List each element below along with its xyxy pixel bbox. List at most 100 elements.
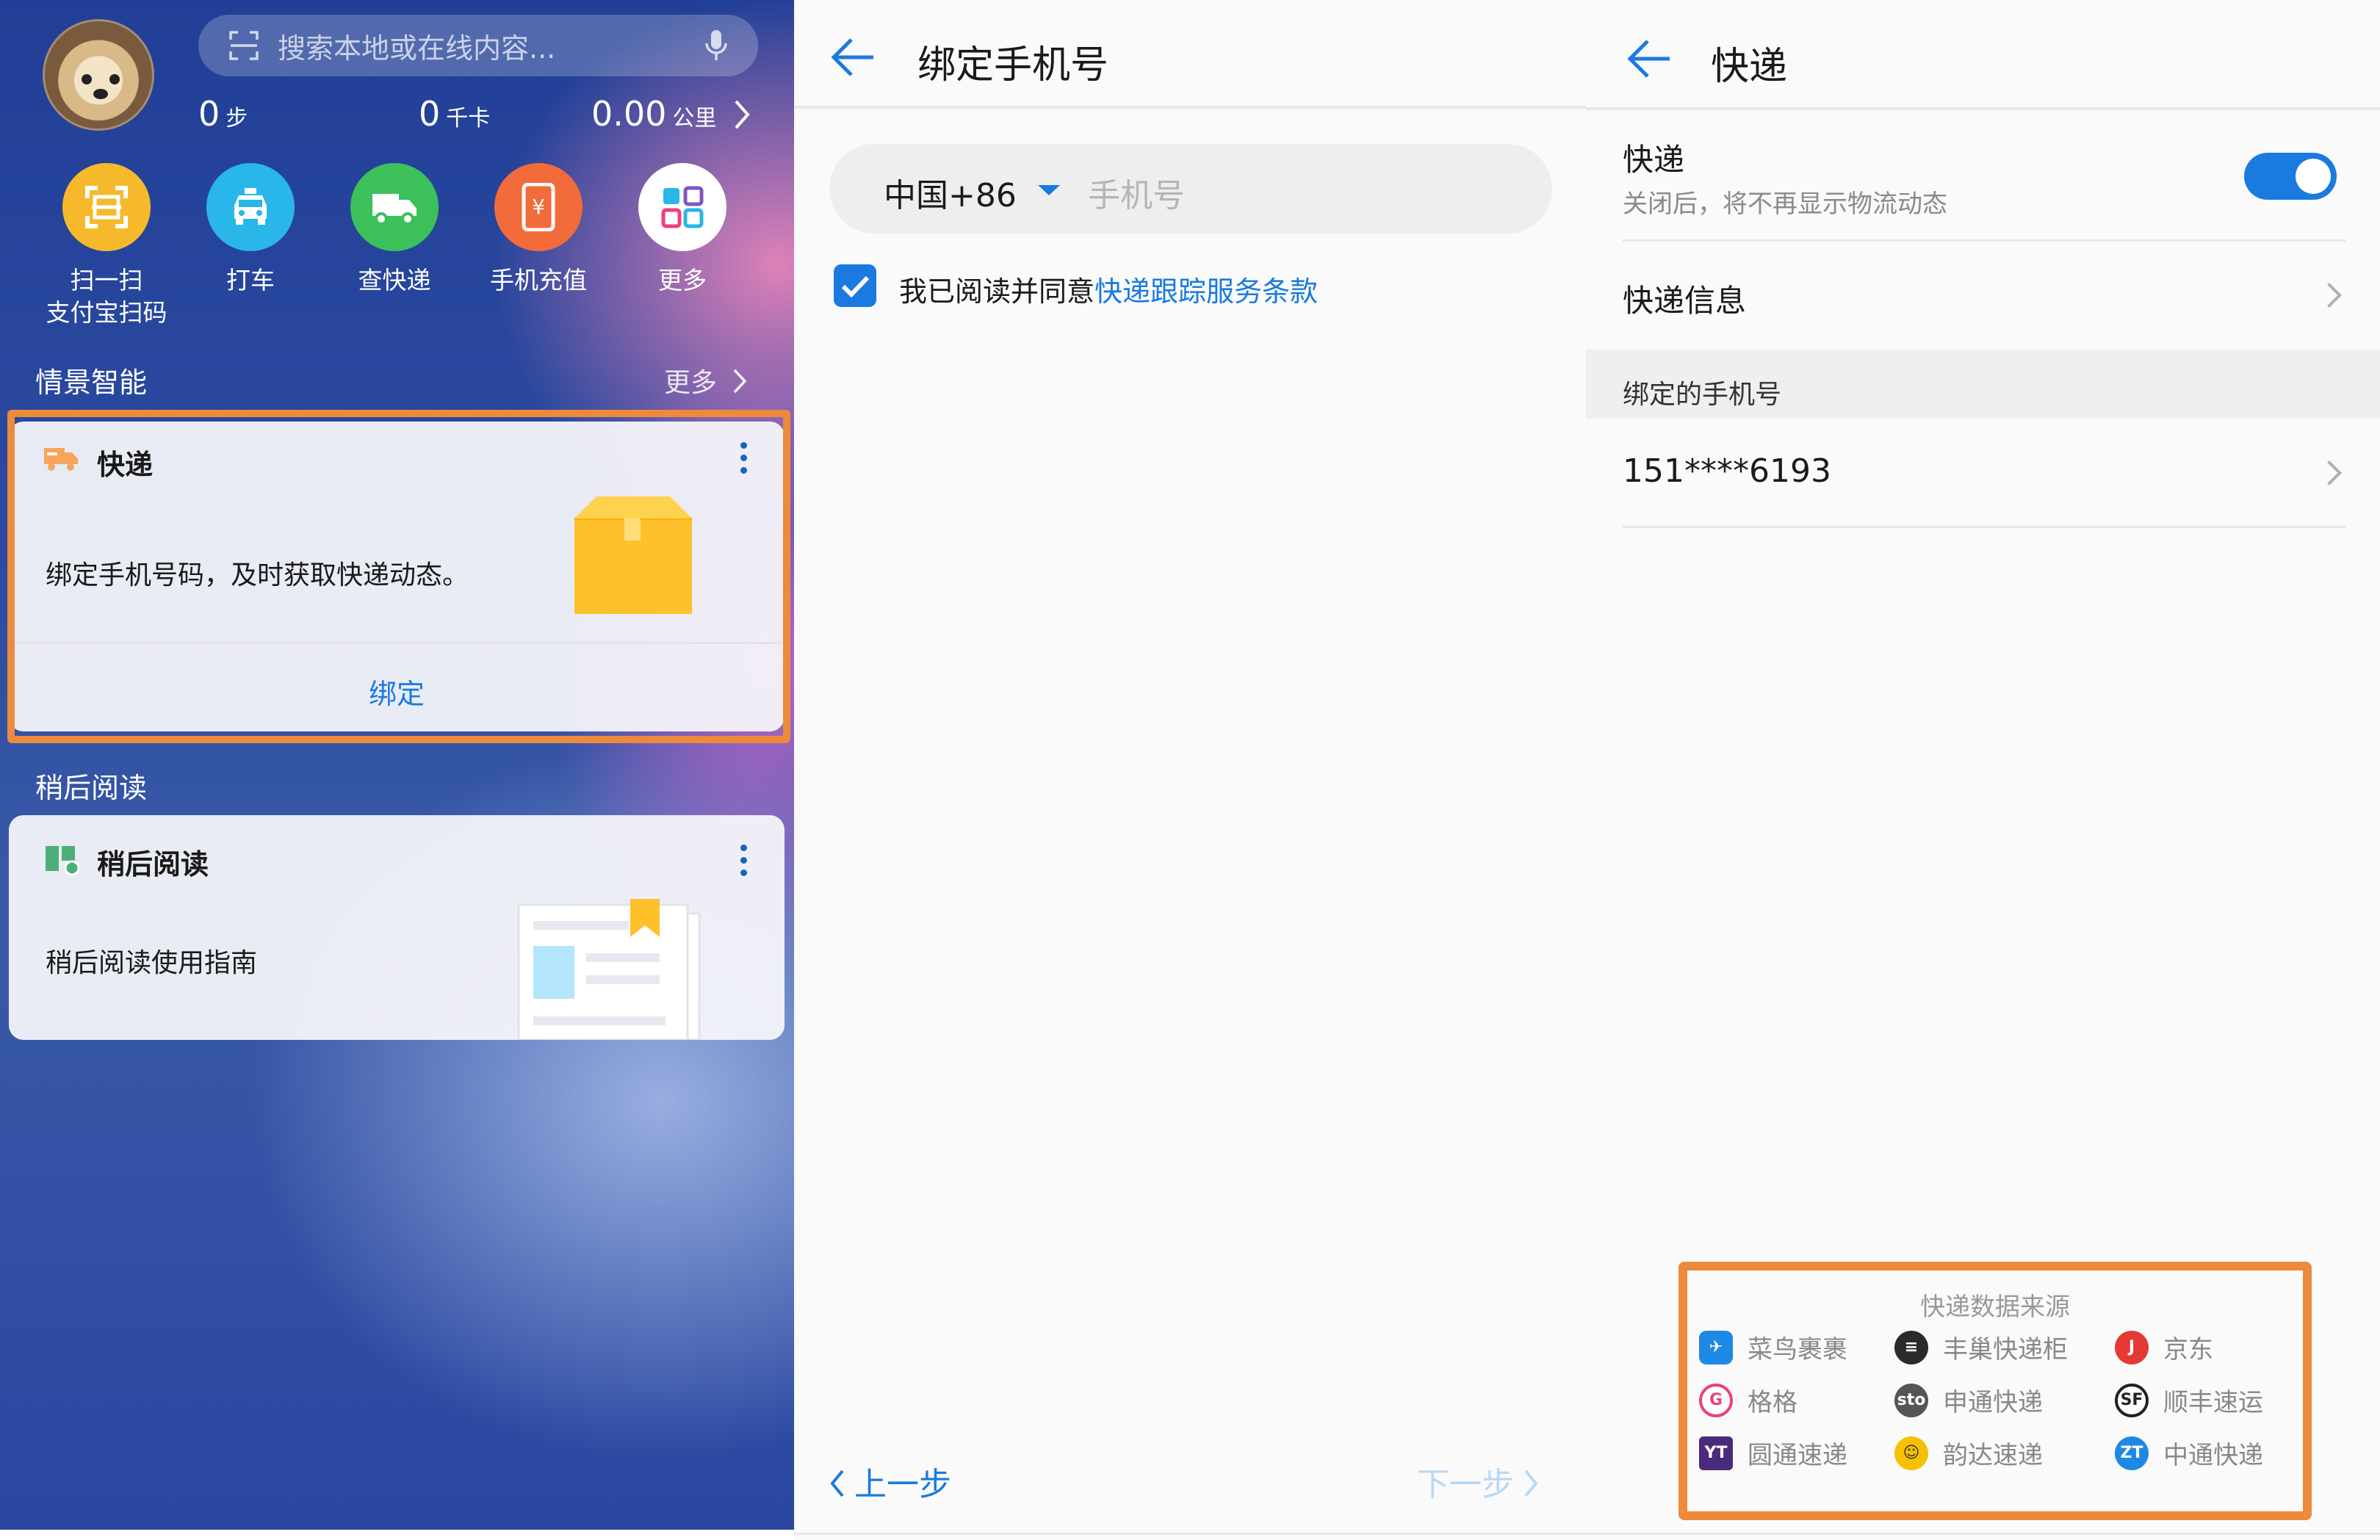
health-stats[interactable]: 0步 0 千卡 0.00 公里 [198, 94, 764, 138]
bottom-divider [794, 1533, 1586, 1535]
section-title-smart: 情景智能 [35, 366, 148, 399]
country-code-select[interactable]: 中国+86 [884, 169, 1017, 216]
bind-phone-panel: 绑定手机号 中国+86 手机号 我已阅读并同意快递跟踪服务条款 上一步 下一步 [794, 0, 1586, 1540]
chevron-right-icon [2317, 460, 2342, 485]
avatar[interactable] [43, 19, 154, 131]
steps-stat: 0步 [198, 94, 248, 134]
yunda-logo-icon: ☺ [1894, 1436, 1928, 1470]
next-step-label: 下一步 [1417, 1466, 1514, 1503]
app-taxi[interactable]: 打车 [181, 163, 320, 297]
sto-logo-icon: sto [1894, 1383, 1928, 1417]
bound-phone-section-header: 绑定的手机号 [1586, 350, 2380, 419]
app-more[interactable]: 更多 [613, 163, 752, 297]
terms-link[interactable]: 快递跟踪服务条款 [1095, 275, 1318, 308]
distance-stat: 0.00 公里 [591, 94, 717, 134]
section-title: 绑定的手机号 [1623, 380, 1782, 410]
app-recharge[interactable]: ¥ 手机充值 [469, 163, 608, 297]
yto-logo-icon: YT [1699, 1436, 1733, 1470]
back-arrow-icon[interactable] [831, 37, 875, 78]
source-item: sto 申通快递 [1894, 1382, 2043, 1418]
express-toggle-desc: 关闭后，将不再显示物流动态 [1623, 189, 1947, 219]
app-label: 打车 [226, 266, 275, 294]
source-item: ✈ 菜鸟裹裹 [1699, 1329, 1847, 1365]
chevron-right-icon[interactable] [733, 98, 752, 131]
source-item: J 京东 [2115, 1329, 2213, 1365]
bottom-divider [1586, 1533, 2380, 1535]
more-apps-icon [638, 163, 726, 251]
sources-title: 快递数据来源 [1920, 1293, 2070, 1322]
card-title: 稍后阅读 [97, 848, 209, 881]
delivery-truck-icon [350, 163, 439, 251]
agree-text: 我已阅读并同意快递跟踪服务条款 [899, 269, 1318, 309]
express-info-label: 快递信息 [1623, 283, 1747, 319]
express-settings-panel: 快递 快递 关闭后，将不再显示物流动态 快递信息 绑定的手机号 151****6… [1586, 0, 2380, 1540]
document-illustration-icon [517, 899, 701, 1040]
source-item: G 格格 [1699, 1382, 1797, 1418]
agree-prefix: 我已阅读并同意 [899, 275, 1095, 308]
source-item: YT 圆通速递 [1699, 1435, 1847, 1471]
prev-step-button[interactable]: 上一步 [829, 1458, 951, 1505]
card-body: 稍后阅读使用指南 [46, 948, 258, 978]
phone-number-input[interactable]: 手机号 [1088, 169, 1185, 216]
highlight-frame [7, 410, 790, 743]
app-label: 扫一扫 支付宝扫码 [46, 266, 167, 327]
next-step-button[interactable]: 下一步 [1417, 1458, 1539, 1505]
express-toggle-switch[interactable] [2244, 153, 2337, 200]
gege-logo-icon: G [1699, 1383, 1733, 1417]
source-item: SF 顺丰速运 [2115, 1382, 2263, 1418]
express-toggle-title: 快递 [1623, 142, 1685, 178]
phone-input-box[interactable]: 中国+86 手机号 [829, 144, 1552, 234]
page-title: 快递 [1711, 45, 1788, 89]
header-divider [1586, 107, 2380, 110]
source-item: ZT 中通快递 [2115, 1435, 2263, 1471]
app-delivery[interactable]: 查快递 [325, 163, 464, 297]
scan-icon[interactable] [228, 29, 260, 62]
sf-logo-icon: SF [2115, 1383, 2149, 1417]
source-item: ≡ 丰巢快递柜 [1894, 1329, 2068, 1365]
dropdown-triangle-icon[interactable] [1036, 184, 1061, 197]
more-link[interactable]: 更多 [664, 361, 747, 400]
zto-logo-icon: ZT [2115, 1436, 2149, 1470]
more-link-label: 更多 [664, 368, 718, 398]
bound-phone-row[interactable]: 151****6193 [1586, 426, 2380, 521]
chevron-left-icon [830, 1469, 844, 1497]
taxi-icon [206, 163, 295, 251]
express-info-row[interactable]: 快递信息 [1586, 247, 2380, 342]
app-scan[interactable]: 扫一扫 支付宝扫码 [37, 163, 176, 329]
app-label: 查快递 [358, 266, 431, 294]
jd-logo-icon: J [2115, 1330, 2149, 1364]
fengchao-logo-icon: ≡ [1894, 1330, 1928, 1364]
header-divider [794, 106, 1586, 109]
avatar-eye [109, 74, 120, 84]
chevron-right-icon [1524, 1469, 1538, 1497]
phone-recharge-icon: ¥ [494, 163, 583, 251]
avatar-nose [93, 89, 108, 99]
row-divider [1623, 526, 2345, 528]
agree-checkbox[interactable] [834, 264, 876, 307]
bound-phone-number: 151****6193 [1623, 452, 1831, 490]
page-title: 绑定手机号 [917, 43, 1109, 87]
source-item: ☺ 韵达速递 [1894, 1435, 2043, 1471]
microphone-icon[interactable] [704, 29, 729, 62]
back-arrow-icon[interactable] [1627, 38, 1671, 79]
read-later-card[interactable]: 稍后阅读 稍后阅读使用指南 [9, 815, 785, 1040]
calories-stat: 0 千卡 [419, 94, 491, 134]
avatar-eye [82, 74, 92, 84]
scan-icon [62, 163, 151, 251]
quick-apps: 扫一扫 支付宝扫码 打车 查快递 ¥ 手机充值 更多 [37, 163, 771, 339]
app-label: 手机充值 [490, 266, 587, 294]
more-options-icon[interactable] [740, 845, 749, 882]
chevron-right-icon [734, 369, 747, 394]
toggle-knob [2296, 159, 2331, 194]
smart-assistant-panel: 搜索本地或在线内容... 0步 0 千卡 0.00 公里 扫一扫 支付宝扫码 打车 [0, 0, 794, 1530]
data-sources-box: 快递数据来源 ✈ 菜鸟裹裹 ≡ 丰巢快递柜 J 京东 G 格格 sto 申通快递 SF 顺丰… [1678, 1262, 2312, 1520]
book-icon [46, 846, 80, 875]
cainiao-logo-icon: ✈ [1699, 1330, 1733, 1364]
search-placeholder[interactable]: 搜索本地或在线内容... [278, 26, 704, 66]
section-title-read-later: 稍后阅读 [35, 772, 148, 804]
row-divider [1623, 239, 2345, 242]
prev-step-label: 上一步 [854, 1466, 951, 1503]
search-bar[interactable]: 搜索本地或在线内容... [198, 15, 758, 76]
chevron-right-icon [2317, 283, 2342, 308]
checkmark-icon [841, 275, 870, 298]
